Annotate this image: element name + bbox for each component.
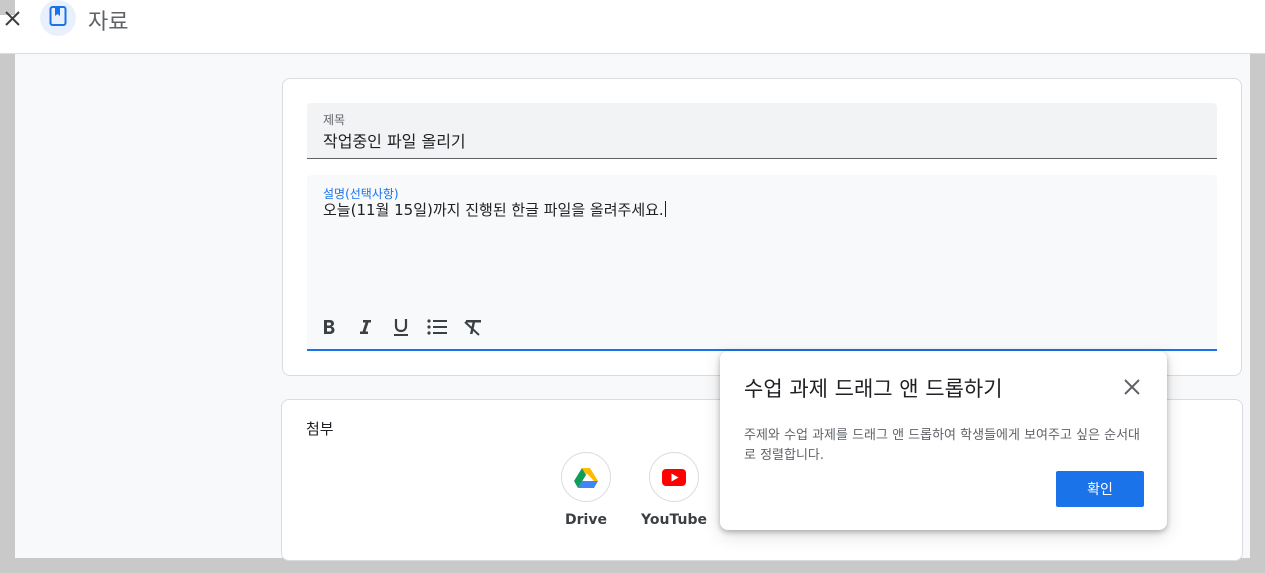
description-input[interactable]: 오늘(11월 15일)까지 진행된 한글 파일을 올려주세요. [323,199,666,220]
underline-icon[interactable] [387,313,415,341]
close-icon[interactable] [1120,375,1144,399]
drag-drop-tooltip: 수업 과제 드래그 앤 드롭하기 주제와 수업 과제를 드래그 앤 드롭하여 학… [720,351,1167,530]
tooltip-body: 주제와 수업 과제를 드래그 앤 드롭하여 학생들에게 보여주고 싶은 순서대로… [744,428,1140,463]
attach-youtube-button[interactable]: YouTube [629,452,719,528]
page-title: 자료 [88,10,129,35]
bookmark-icon [40,0,76,36]
bold-icon[interactable] [315,313,343,341]
material-form-card: 제목 작업중인 파일 올리기 설명(선택사항) 오늘(11월 15일)까지 진행… [282,78,1242,376]
title-input[interactable]: 작업중인 파일 올리기 [323,128,466,152]
description-text: 오늘(11월 15일)까지 진행된 한글 파일을 올려주세요. [323,201,664,219]
confirm-button[interactable]: 확인 [1056,471,1144,507]
youtube-icon [649,452,699,502]
bulleted-list-icon[interactable] [423,313,451,341]
italic-icon[interactable] [351,313,379,341]
attach-drive-button[interactable]: Drive [541,452,631,528]
title-label: 제목 [323,113,346,127]
attach-youtube-label: YouTube [641,512,707,528]
attach-drive-label: Drive [565,512,607,528]
top-header: 자료 [0,0,1265,54]
clear-formatting-icon[interactable] [459,313,487,341]
tooltip-title: 수업 과제 드래그 앤 드롭하기 [744,377,1003,401]
format-toolbar [315,313,487,341]
title-field[interactable]: 제목 작업중인 파일 올리기 [307,103,1217,159]
close-icon[interactable] [2,8,24,30]
text-caret [664,201,666,217]
attach-label: 첨부 [306,420,334,438]
google-drive-icon [561,452,611,502]
description-field[interactable]: 설명(선택사항) 오늘(11월 15일)까지 진행된 한글 파일을 올려주세요. [307,175,1217,351]
